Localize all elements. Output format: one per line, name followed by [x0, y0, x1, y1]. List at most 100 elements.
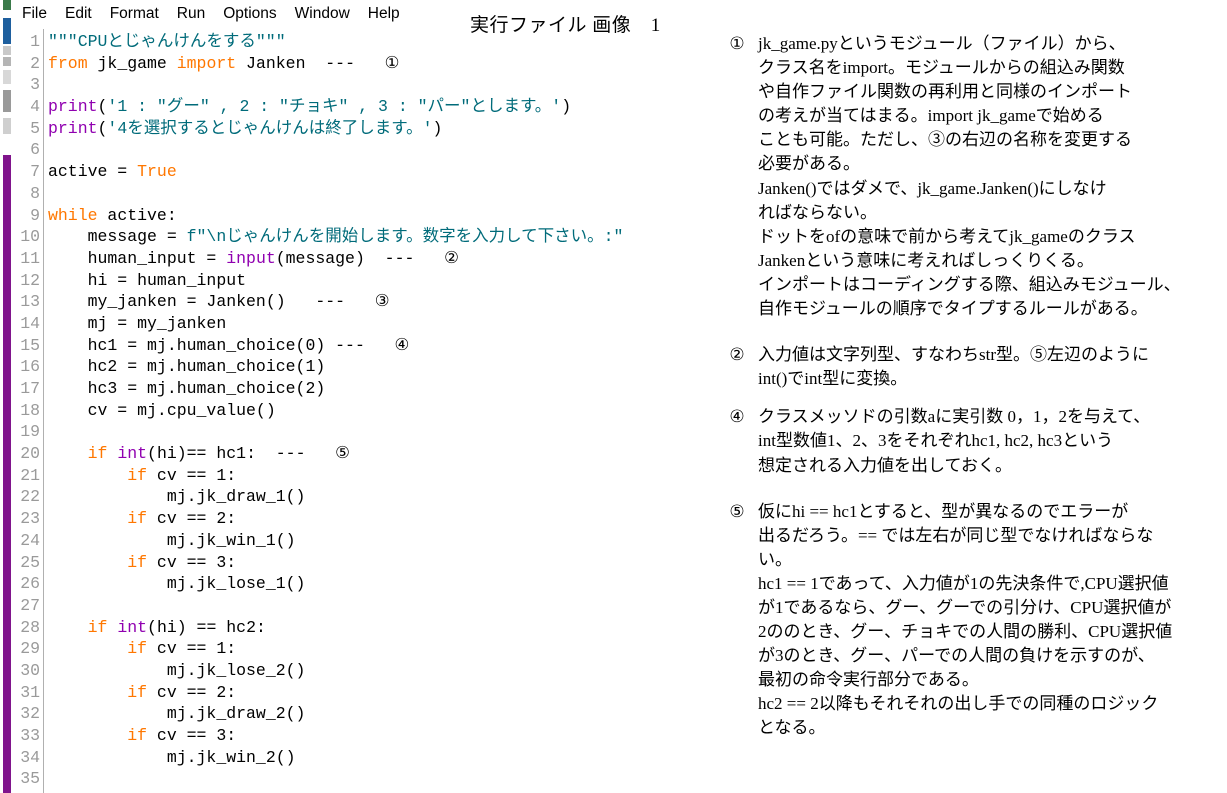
code-line[interactable]: active = True — [48, 161, 716, 183]
line-number: 7 — [30, 162, 40, 182]
background-sliver-gray-1 — [3, 46, 11, 55]
code-line[interactable] — [48, 768, 716, 790]
background-sliver-gray-2 — [3, 57, 11, 66]
annotation-line: の考えが当てはまる。import jk_gameで始める — [758, 106, 1104, 126]
background-window-sliver — [0, 0, 11, 793]
line-number: 12 — [20, 270, 40, 290]
code-line[interactable]: hi = human_input — [48, 270, 716, 292]
annotation-line: int()でint型に変換。 — [758, 369, 908, 389]
background-sliver-gray-5 — [3, 118, 11, 134]
line-number: 26 — [20, 574, 40, 594]
code-line[interactable]: if int(hi) == hc2: — [48, 617, 716, 639]
line-number: 1 — [30, 32, 40, 51]
annotation-line: 想定される入力値を出しておく。 — [758, 455, 1012, 475]
code-line[interactable] — [48, 183, 716, 205]
code-line[interactable]: cv = mj.cpu_value() — [48, 400, 716, 422]
code-text-area[interactable]: """CPUとじゃんけんをする""" from jk_game import Ja… — [44, 29, 716, 793]
line-number: 16 — [20, 357, 40, 377]
annotation-line: クラス名をimport。モジュールからの組込み関数 — [758, 58, 1125, 78]
line-number: 33 — [20, 726, 40, 745]
annotation-line: ことも可能。ただし、③の右辺の名称を変更する — [758, 130, 1132, 150]
line-number: 20 — [20, 444, 40, 464]
code-line[interactable] — [48, 74, 716, 96]
line-number: 14 — [20, 313, 40, 333]
annotation-line: 出るだろう。== では左右が同じ型でなければならな — [758, 525, 1154, 545]
code-line[interactable] — [48, 421, 716, 443]
annotation-line: 自作モジュールの順序でタイプするルールがある。 — [758, 299, 1148, 319]
code-line[interactable]: if cv == 1: — [48, 638, 716, 660]
code-line[interactable]: print('1 : "グー" , 2 : "チョキ" , 3 : "パー"とし… — [48, 96, 716, 118]
code-line[interactable] — [48, 595, 716, 617]
annotation-line: hc1 == 1であって、入力値が1の先決条件で,CPU選択値 — [758, 573, 1169, 593]
code-line[interactable]: message = f"\nじゃんけんを開始します。数字を入力して下さい。:" — [48, 226, 716, 248]
code-line[interactable]: hc2 = mj.human_choice(1) — [48, 356, 716, 378]
annotation-line: hc2 == 2以降もそれそれの出し手での同種のロジック — [758, 694, 1159, 714]
code-line[interactable]: human_input = input(message) --- ② — [48, 248, 716, 270]
code-line[interactable] — [48, 139, 716, 161]
code-line[interactable]: mj.jk_lose_1() — [48, 573, 716, 595]
idle-editor-window: File Edit Format Run Options Window Help… — [11, 0, 716, 793]
code-line[interactable]: mj.jk_lose_2() — [48, 660, 716, 682]
menu-item-window[interactable]: Window — [286, 3, 359, 26]
line-number: 13 — [20, 292, 40, 312]
annotation-block: ② 入力値は文字列型、すなわちstr型。⑤左辺のように int()でint型に変換。 — [716, 343, 1227, 391]
code-line[interactable]: print('4を選択するとじゃんけんは終了します。') — [48, 118, 716, 140]
background-sliver-gray-4 — [3, 90, 11, 112]
code-line[interactable]: if cv == 1: — [48, 465, 716, 487]
annotation-marker: ④ — [729, 407, 745, 427]
menu-item-format[interactable]: Format — [101, 3, 168, 26]
line-number: 15 — [20, 335, 40, 355]
page-title: 実行ファイル 画像 1 — [470, 15, 661, 36]
line-number: 23 — [20, 509, 40, 529]
code-line[interactable]: mj = my_janken — [48, 313, 716, 335]
menu-item-run[interactable]: Run — [168, 3, 214, 26]
code-line[interactable]: if cv == 3: — [48, 552, 716, 574]
annotation-line: ればならない。 — [758, 202, 877, 222]
code-line[interactable]: mj.jk_draw_2() — [48, 703, 716, 725]
annotation-line: Jankenという意味に考えればしっくりくる。 — [758, 250, 1094, 270]
annotation-line: が3のとき、グー、パーでの人間の負けを示すのが、 — [758, 646, 1155, 666]
menu-item-file[interactable]: File — [13, 3, 56, 26]
menu-item-edit[interactable]: Edit — [56, 3, 101, 26]
code-line[interactable]: hc3 = mj.human_choice(2) — [48, 378, 716, 400]
code-line[interactable]: if cv == 3: — [48, 725, 716, 747]
annotation-line: Janken()ではダメで、jk_game.Janken()にしなけ — [758, 178, 1107, 198]
annotation-line: jk_game.pyというモジュール（ファイル）から、 — [758, 34, 1126, 53]
code-line[interactable]: mj.jk_win_1() — [48, 530, 716, 552]
annotation-text: 仮にhi == hc1とすると、型が異なるのでエラーが 出るだろう。== では左右… — [758, 500, 1227, 741]
annotation-block: ④ クラスメッソドの引数aに実引数 0，1，2を与えて、 int型数値1、2、3をそ… — [716, 405, 1227, 477]
annotation-spacer — [716, 395, 1227, 405]
background-sliver-top — [3, 0, 11, 10]
line-number: 9 — [30, 205, 40, 225]
line-number: 24 — [20, 530, 40, 550]
code-line[interactable]: while active: — [48, 205, 716, 227]
code-line[interactable]: mj.jk_draw_1() — [48, 486, 716, 508]
code-line[interactable]: my_janken = Janken() --- ③ — [48, 291, 716, 313]
menu-item-options[interactable]: Options — [214, 3, 285, 26]
annotation-text: jk_game.pyというモジュール（ファイル）から、 クラス名をimport。モ… — [758, 32, 1227, 321]
code-line[interactable]: from jk_game import Janken --- ① — [48, 53, 716, 75]
annotation-marker: ⑤ — [729, 501, 745, 521]
code-line[interactable]: if int(hi)== hc1: --- ⑤ — [48, 443, 716, 465]
line-number: 8 — [30, 183, 40, 203]
menu-item-help[interactable]: Help — [359, 3, 409, 26]
annotation-marker: ① — [729, 34, 745, 53]
line-number: 5 — [30, 118, 40, 138]
line-number: 6 — [30, 140, 40, 160]
line-number: 2 — [30, 53, 40, 73]
editor-body: 1 2 3 4 5 6 7 8 9 10 11 12 13 14 15 16 17 18 19 20 21 22 23 24 2… — [11, 29, 716, 793]
code-line[interactable]: mj.jk_win_2() — [48, 747, 716, 769]
annotation-line: int型数値1、2、3をそれぞれhc1, hc2, hc3という — [758, 431, 1114, 451]
line-number: 35 — [20, 769, 40, 789]
annotation-text: 入力値は文字列型、すなわちstr型。⑤左辺のように int()でint型に変換。 — [758, 343, 1227, 391]
code-line[interactable]: if cv == 2: — [48, 508, 716, 530]
line-number: 17 — [20, 379, 40, 398]
line-number: 34 — [20, 747, 40, 767]
annotation-line: 2ののとき、グー、チョキでの人間の勝利、CPU選択値 — [758, 622, 1173, 642]
line-number: 32 — [20, 704, 40, 724]
background-sliver-purple — [3, 155, 11, 793]
code-line[interactable]: hc1 = mj.human_choice(0) --- ④ — [48, 335, 716, 357]
code-line[interactable]: if cv == 2: — [48, 682, 716, 704]
line-number: 21 — [20, 465, 40, 485]
line-number: 22 — [20, 487, 40, 507]
